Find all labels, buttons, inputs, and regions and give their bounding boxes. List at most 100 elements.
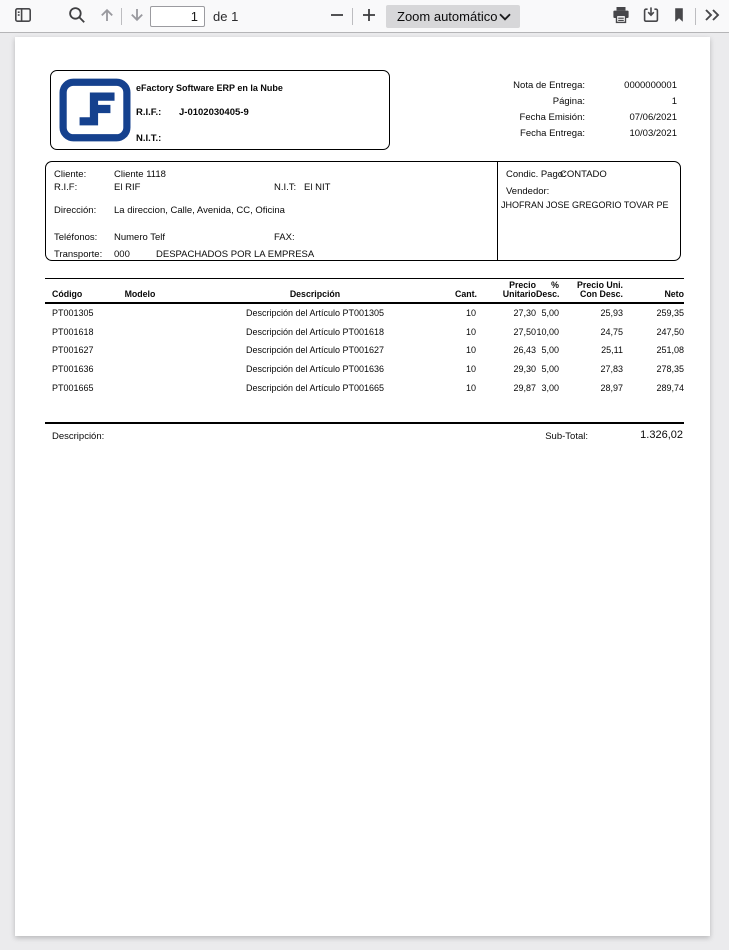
cell-precio-con-desc: 24,75 xyxy=(600,326,623,337)
cell-modelo xyxy=(105,303,175,323)
zoom-in-button[interactable] xyxy=(356,3,382,29)
transporte-code: 000 xyxy=(114,249,130,260)
next-page-button[interactable] xyxy=(124,3,150,29)
find-button[interactable] xyxy=(64,3,90,29)
nit-value: El NIT xyxy=(304,182,331,193)
descripcion-footer-label: Descripción: xyxy=(52,431,105,442)
cell-neto: 247,50 xyxy=(656,326,684,337)
vendedor-value: JHOFRAN JOSE GREGORIO TOVAR PE xyxy=(501,200,669,210)
cell-cant: 10 xyxy=(465,308,476,319)
cell-precio-unitario: 27,50 xyxy=(513,326,536,337)
meta-row: Página: 1 xyxy=(455,93,677,109)
cell-precio-unitario: 26,43 xyxy=(513,345,536,356)
table-row: PT001665 Descripción del Artículo PT0016… xyxy=(45,379,684,398)
zoom-select-value: Zoom automático xyxy=(397,9,498,24)
arrow-up-icon xyxy=(98,6,116,27)
previous-page-button[interactable] xyxy=(94,3,120,29)
meta-row: Nota de Entrega: 0000000001 xyxy=(455,77,677,93)
cell-pct-desc: 5,00 xyxy=(541,308,559,319)
double-chevron-right-icon xyxy=(702,6,722,27)
cell-codigo: PT001305 xyxy=(52,308,94,319)
fecha-entrega-label: Fecha Entrega: xyxy=(520,127,585,139)
items-header-row: Código Modelo Descripción Cant. Precio U… xyxy=(45,278,684,305)
table-row: PT001618 Descripción del Artículo PT0016… xyxy=(45,323,684,342)
totals-footer: Descripción: Sub-Total: 1.326,02 xyxy=(45,422,684,448)
zoom-select[interactable]: Zoom automático xyxy=(386,5,520,28)
current-view-button[interactable] xyxy=(666,3,692,29)
toolbar-separator xyxy=(695,8,696,25)
cell-descripcion: Descripción del Artículo PT001627 xyxy=(245,345,385,356)
col-codigo: Código xyxy=(45,278,105,305)
cell-modelo xyxy=(105,323,175,342)
subtotal-value: 1.326,02 xyxy=(640,429,683,441)
company-rif-label: R.I.F.: xyxy=(136,107,162,118)
subtotal-label: Sub-Total: xyxy=(545,431,588,442)
cell-pct-desc: 10,00 xyxy=(536,326,559,337)
cell-codigo: PT001627 xyxy=(52,345,94,356)
table-row: PT001305 Descripción del Artículo PT0013… xyxy=(45,303,684,323)
table-row: PT001636 Descripción del Artículo PT0016… xyxy=(45,360,684,379)
cell-precio-con-desc: 28,97 xyxy=(600,382,623,393)
fecha-emision-label: Fecha Emisión: xyxy=(519,111,585,123)
rif-value: El RIF xyxy=(114,182,141,193)
print-button[interactable] xyxy=(608,3,634,29)
company-header-box: eFactory Software ERP en la Nube R.I.F.:… xyxy=(50,70,390,150)
toolbar-separator xyxy=(121,8,122,25)
col-neto: Neto xyxy=(623,278,684,305)
minus-icon xyxy=(329,7,345,26)
fecha-emision-value: 07/06/2021 xyxy=(629,111,677,123)
cell-precio-con-desc: 27,83 xyxy=(600,364,623,375)
printer-icon xyxy=(611,5,631,28)
cell-precio-con-desc: 25,11 xyxy=(601,345,623,356)
search-icon xyxy=(67,5,87,28)
viewer-scroll-area[interactable]: eFactory Software ERP en la Nube R.I.F.:… xyxy=(0,33,729,949)
nota-entrega-value: 0000000001 xyxy=(624,79,677,91)
col-descripcion: Descripción xyxy=(175,278,455,305)
pagina-value: 1 xyxy=(671,95,677,107)
pagina-label: Página: xyxy=(552,95,585,107)
sidebar-toggle-button[interactable] xyxy=(10,3,36,29)
cell-neto: 259,35 xyxy=(656,308,684,319)
cell-precio-unitario: 29,30 xyxy=(513,364,536,375)
chevron-down-icon xyxy=(499,8,520,26)
cell-descripcion: Descripción del Artículo PT001305 xyxy=(245,308,385,319)
plus-icon xyxy=(361,7,377,26)
download-button[interactable] xyxy=(638,3,664,29)
company-name: eFactory Software ERP en la Nube xyxy=(136,83,283,93)
cell-precio-unitario: 29,87 xyxy=(513,382,536,393)
cell-modelo xyxy=(105,342,175,361)
col-pct-desc: % Desc. xyxy=(536,278,559,305)
company-rif-value: J-0102030405-9 xyxy=(179,107,249,118)
col-precio-con-desc: Precio Uni. Con Desc. xyxy=(559,278,623,305)
page-number-input[interactable] xyxy=(150,6,205,27)
cliente-label: Cliente: xyxy=(54,169,87,180)
telefonos-label: Teléfonos: xyxy=(54,232,98,243)
cell-descripcion: Descripción del Artículo PT001636 xyxy=(245,364,385,375)
direccion-label: Dirección: xyxy=(54,205,97,216)
cell-cant: 10 xyxy=(465,382,476,393)
telefonos-value: Numero Telf xyxy=(114,232,166,243)
cell-modelo xyxy=(105,379,175,398)
cell-cant: 10 xyxy=(465,345,476,356)
table-row: PT001627 Descripción del Artículo PT0016… xyxy=(45,342,684,361)
cell-neto: 251,08 xyxy=(656,345,684,356)
cell-modelo xyxy=(105,360,175,379)
cell-neto: 289,74 xyxy=(656,382,684,393)
cell-descripcion: Descripción del Artículo PT001665 xyxy=(245,382,385,393)
bookmark-icon xyxy=(670,6,688,27)
cell-codigo: PT001665 xyxy=(52,382,94,393)
cell-codigo: PT001636 xyxy=(52,364,94,375)
fecha-entrega-value: 10/03/2021 xyxy=(629,127,677,139)
cell-codigo: PT001618 xyxy=(52,326,94,337)
page-count-label: de 1 xyxy=(213,9,239,24)
cell-neto: 278,35 xyxy=(656,364,684,375)
toolbar-separator xyxy=(352,8,353,25)
zoom-out-button[interactable] xyxy=(324,3,350,29)
company-logo-icon xyxy=(59,78,131,147)
transporte-desc: DESPACHADOS POR LA EMPRESA xyxy=(156,249,315,260)
cell-descripcion: Descripción del Artículo PT001618 xyxy=(245,326,385,337)
more-tools-button[interactable] xyxy=(699,3,725,29)
cliente-value: Cliente 1118 xyxy=(114,169,166,180)
payment-box: Condic. Pago: CONTADO Vendedor: JHOFRAN … xyxy=(497,161,681,261)
arrow-down-icon xyxy=(128,6,146,27)
